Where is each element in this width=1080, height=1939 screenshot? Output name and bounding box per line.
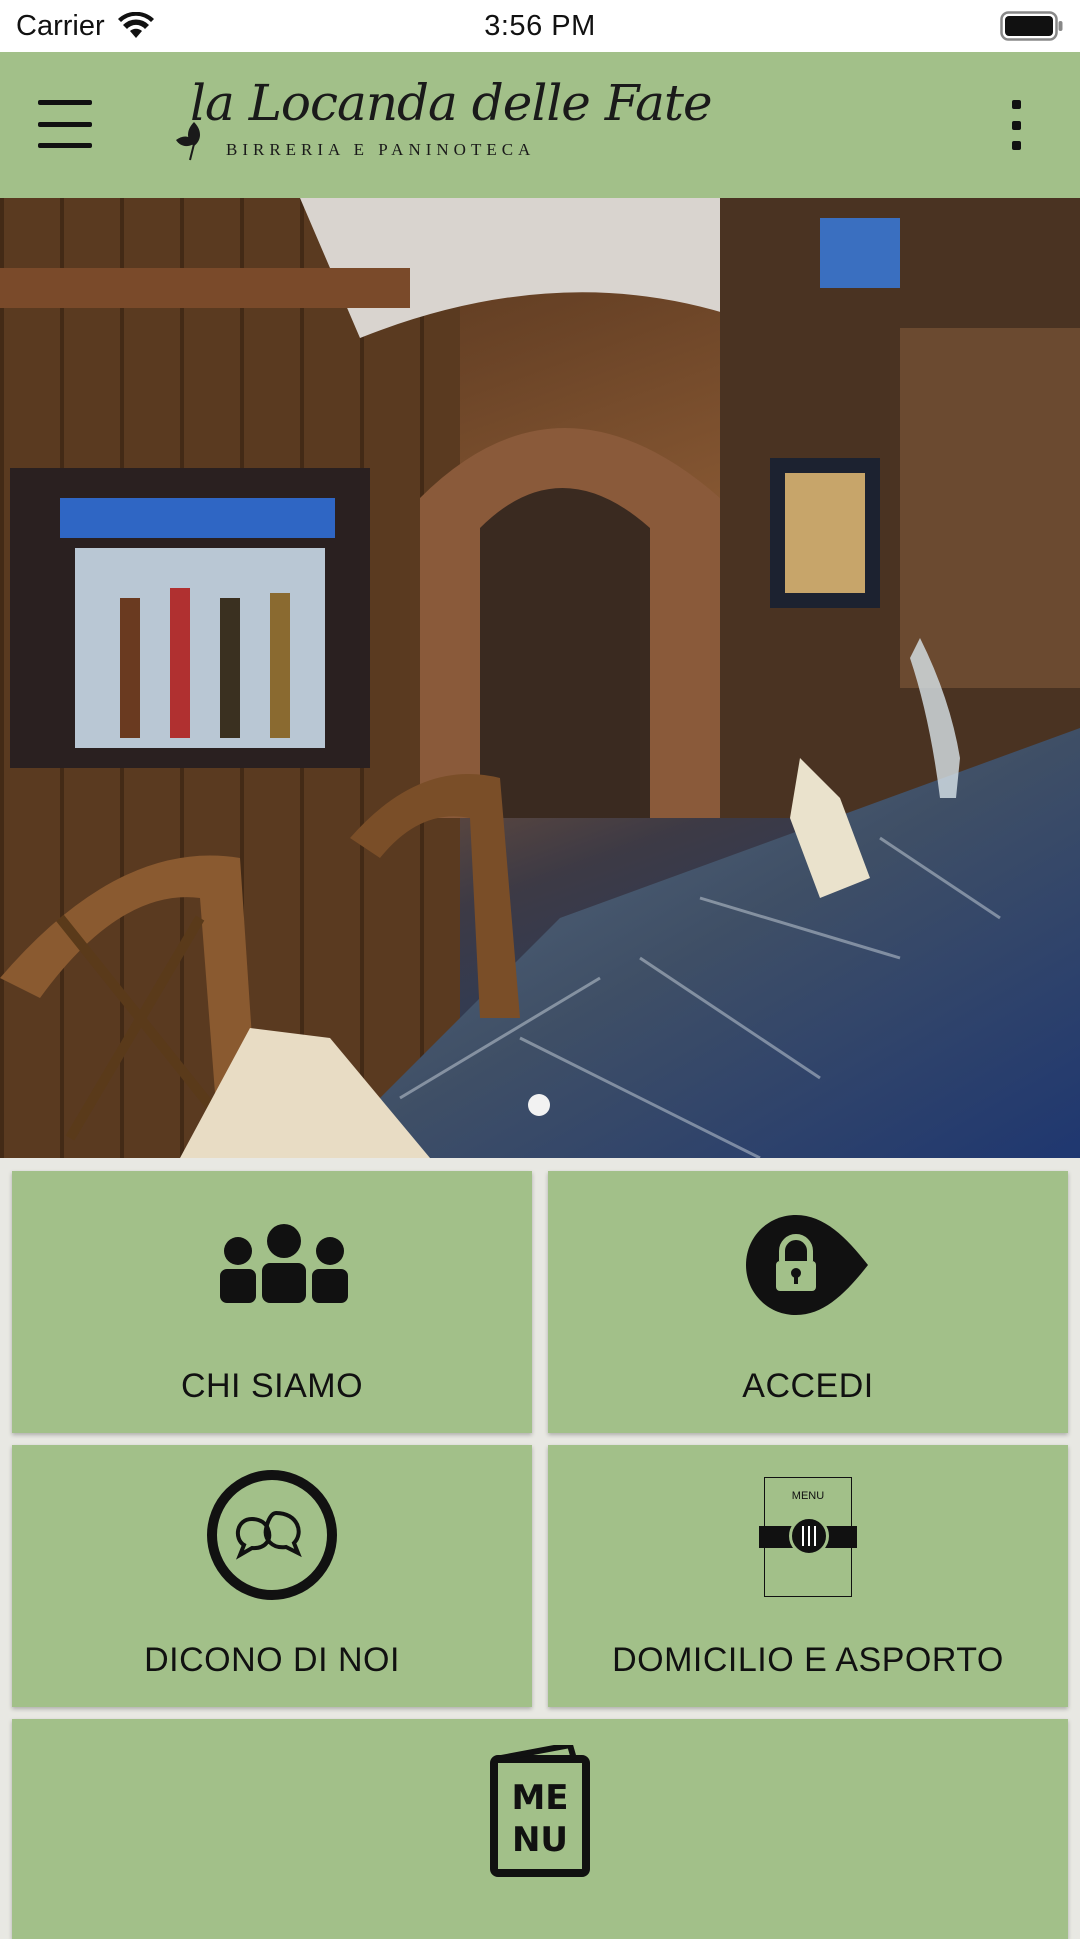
tile-accedi-label: ACCEDI <box>742 1367 874 1405</box>
menu-card-text: MENU <box>791 1490 825 1502</box>
status-right <box>764 11 1064 41</box>
carousel-dot[interactable] <box>528 1094 550 1116</box>
status-left: Carrier <box>16 10 316 43</box>
hamburger-menu-icon[interactable] <box>38 100 94 148</box>
tile-dicono-di-noi[interactable]: DICONO DI NOI <box>12 1445 532 1707</box>
tile-domicilio-asporto[interactable]: MENU DOMICILIO E ASPORTO <box>548 1445 1068 1707</box>
hero-image <box>0 198 1080 1158</box>
carrier-label: Carrier <box>16 9 105 42</box>
battery-icon <box>1000 11 1063 41</box>
more-options-icon[interactable] <box>1004 100 1028 150</box>
svg-text:NU: NU <box>512 1820 568 1860</box>
tile-chi-siamo[interactable]: CHI SIAMO <box>12 1171 532 1433</box>
logo-script-text: la Locanda delle Fate <box>190 74 713 132</box>
tile-domicilio-asporto-label: DOMICILIO E ASPORTO <box>612 1641 1004 1679</box>
status-bar: Carrier 3:56 PM <box>0 0 1080 52</box>
logo-subtitle: BIRRERIA E PANINOTECA <box>226 140 536 159</box>
fork-knife-icon <box>802 1526 816 1546</box>
app-header: la Locanda delle Fate BIRRERIA E PANINOT… <box>0 52 1080 198</box>
tile-menu[interactable]: ME NU <box>12 1719 1068 1939</box>
menu-book-icon: ME NU <box>490 1745 590 1877</box>
menu-card-icon: MENU <box>759 1477 857 1597</box>
people-group-icon <box>220 1224 348 1303</box>
lock-icon <box>746 1215 868 1315</box>
brand-logo: la Locanda delle Fate BIRRERIA E PANINOT… <box>172 74 713 174</box>
chat-bubbles-icon <box>207 1470 337 1600</box>
hero-carousel[interactable] <box>0 198 1080 1158</box>
tile-accedi[interactable]: ACCEDI <box>548 1171 1068 1433</box>
tile-dicono-di-noi-label: DICONO DI NOI <box>144 1641 400 1679</box>
wifi-icon <box>117 12 154 38</box>
svg-text:ME: ME <box>511 1778 568 1818</box>
status-time: 3:56 PM <box>484 9 596 42</box>
tile-chi-siamo-label: CHI SIAMO <box>180 1367 364 1405</box>
